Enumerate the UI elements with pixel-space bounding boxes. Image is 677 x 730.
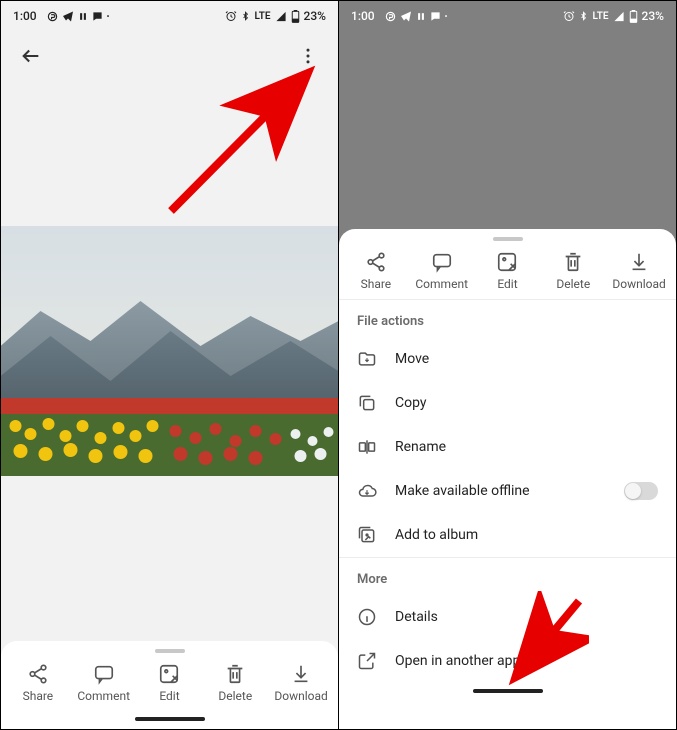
offline-toggle[interactable] (624, 482, 658, 500)
alarm-icon (563, 10, 575, 22)
overflow-menu-button[interactable] (292, 40, 324, 72)
share-label: Share (361, 277, 392, 291)
download-button[interactable]: Download (271, 663, 331, 703)
battery-label: 23% (304, 9, 326, 23)
album-icon (357, 525, 377, 545)
bluetooth-icon (579, 10, 588, 22)
open-in-app-row[interactable]: Open in another app (339, 639, 676, 683)
dot-icon: • (445, 12, 448, 21)
download-button[interactable]: Download (609, 251, 669, 291)
delete-label: Delete (218, 689, 252, 703)
cloud-download-icon (357, 481, 377, 501)
move-row[interactable]: Move (339, 337, 676, 381)
open-in-app-label: Open in another app (395, 653, 520, 669)
delete-button[interactable]: Delete (205, 663, 265, 703)
offline-label: Make available offline (395, 483, 530, 499)
network-label: LTE (592, 11, 608, 22)
copy-label: Copy (395, 395, 427, 411)
chat-icon (92, 11, 103, 22)
bluetooth-icon (241, 10, 250, 22)
alarm-icon (225, 10, 237, 22)
info-icon (357, 607, 377, 627)
file-actions-header: File actions (339, 300, 676, 337)
comment-button[interactable]: Comment (412, 251, 472, 291)
signal-icon (275, 11, 287, 22)
delete-label: Delete (556, 277, 590, 291)
bottom-toolbar-panel: Share Comment Edit Delete Download (1, 641, 338, 729)
status-time: 1:00 (13, 9, 37, 23)
dot-icon: • (107, 12, 110, 21)
bottom-toolbar: Share Comment Edit Delete Download (1, 659, 338, 711)
comment-label: Comment (415, 277, 468, 291)
delete-button[interactable]: Delete (543, 251, 603, 291)
details-row[interactable]: Details (339, 595, 676, 639)
rename-row[interactable]: Rename (339, 425, 676, 469)
details-label: Details (395, 609, 438, 625)
bottom-sheet: Share Comment Edit Delete Download (339, 229, 676, 729)
chat-icon (430, 11, 441, 22)
network-label: LTE (254, 11, 270, 22)
back-button[interactable] (15, 40, 47, 72)
open-external-icon (357, 651, 377, 671)
comment-button[interactable]: Comment (74, 663, 134, 703)
share-button[interactable]: Share (8, 663, 68, 703)
edit-label: Edit (159, 689, 179, 703)
add-to-album-label: Add to album (395, 527, 478, 543)
photo[interactable] (1, 226, 338, 476)
share-button[interactable]: Share (346, 251, 406, 291)
more-header: More (339, 558, 676, 595)
nav-handle[interactable] (135, 717, 205, 721)
edit-label: Edit (497, 277, 517, 291)
battery-label: 23% (642, 9, 664, 23)
status-bar: 1:00 • (339, 1, 676, 31)
notif-icon (385, 11, 396, 22)
screen-photo-view: 1:00 • (1, 1, 338, 729)
download-label: Download (274, 689, 327, 703)
app-bar (1, 31, 338, 81)
copy-icon (357, 393, 377, 413)
move-icon (357, 349, 377, 369)
telegram-icon (62, 10, 74, 22)
pause-icon (78, 11, 88, 22)
nav-handle[interactable] (473, 689, 543, 693)
sheet-toolbar: Share Comment Edit Delete Download (339, 247, 676, 299)
share-label: Share (23, 689, 54, 703)
pause-icon (416, 11, 426, 22)
offline-row[interactable]: Make available offline (339, 469, 676, 513)
status-time: 1:00 (351, 9, 375, 23)
telegram-icon (400, 10, 412, 22)
screen-bottom-sheet: 1:00 • (339, 1, 676, 729)
status-bar: 1:00 • (1, 1, 338, 31)
battery-icon (629, 10, 638, 23)
battery-icon (291, 10, 300, 23)
edit-button[interactable]: Edit (477, 251, 537, 291)
comment-label: Comment (77, 689, 130, 703)
add-to-album-row[interactable]: Add to album (339, 513, 676, 557)
edit-button[interactable]: Edit (139, 663, 199, 703)
download-label: Download (612, 277, 665, 291)
drag-handle[interactable] (493, 237, 523, 241)
drag-handle[interactable] (155, 649, 185, 653)
rename-label: Rename (395, 439, 446, 455)
move-label: Move (395, 351, 429, 367)
annotation-arrow (156, 61, 326, 221)
notif-icon (47, 11, 58, 22)
rename-icon (357, 437, 377, 457)
copy-row[interactable]: Copy (339, 381, 676, 425)
signal-icon (613, 11, 625, 22)
